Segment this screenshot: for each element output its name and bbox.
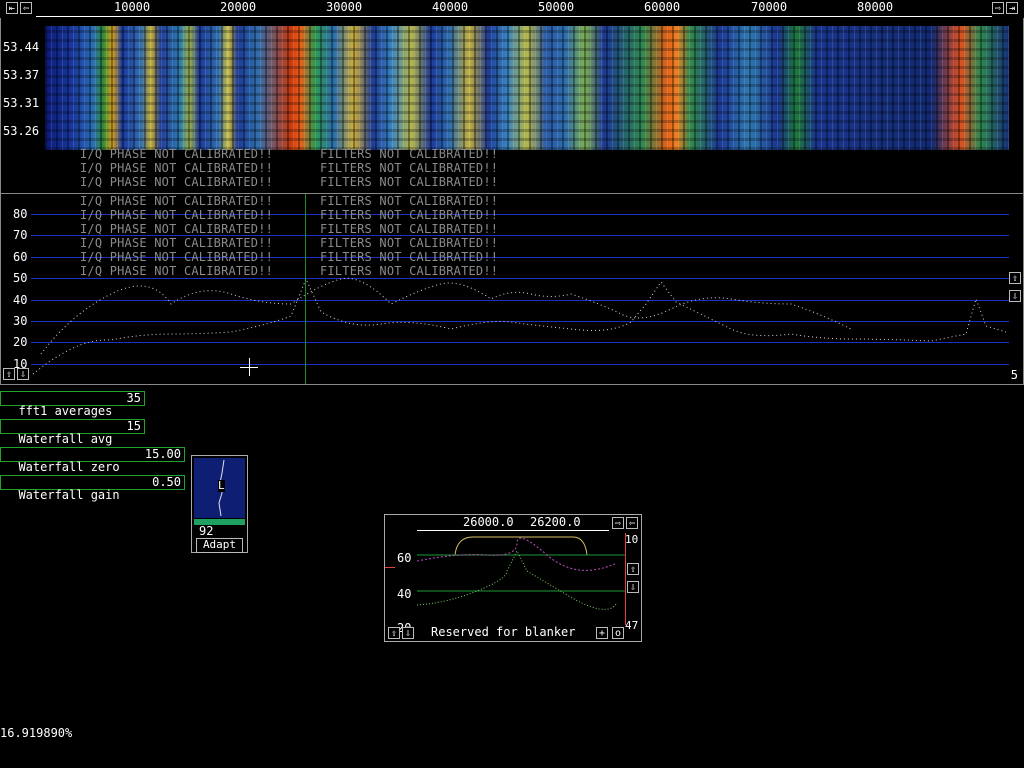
phase-warning-9: I/Q PHASE NOT CALIBRATED!!: [80, 264, 274, 278]
phase-warning-5: I/Q PHASE NOT CALIBRATED!!: [80, 208, 274, 222]
phase-warning-2: I/Q PHASE NOT CALIBRATED!!: [80, 161, 274, 175]
spectrum-y-80: 80: [13, 207, 28, 221]
offset-up-button[interactable]: ⇧: [3, 368, 15, 380]
waterfall-zero-value: 15.00: [144, 447, 181, 461]
spectrum-y-30: 30: [13, 314, 28, 328]
spectrum-y-40: 40: [13, 293, 28, 307]
spectrum-y-20: 20: [13, 335, 28, 349]
waterfall-gain-box[interactable]: Waterfall gain 0.50: [0, 475, 185, 502]
baseband-o-button[interactable]: o: [612, 627, 624, 639]
waterfall-noise-overlay: [45, 26, 1009, 150]
waterfall-gain-label: Waterfall gain: [18, 488, 120, 502]
waterfall-avg-value: 15: [126, 419, 141, 433]
scroll-left-button[interactable]: ⇦: [20, 2, 32, 14]
phase-warning-7: I/Q PHASE NOT CALIBRATED!!: [80, 236, 274, 250]
freq-label-10000: 10000: [114, 0, 151, 14]
freq-label-20000: 20000: [220, 0, 257, 14]
spectrum-y-60: 60: [13, 250, 28, 264]
freq-label-40000: 40000: [432, 0, 469, 14]
baseband-trace: [417, 536, 625, 610]
filters-warning-9: FILTERS NOT CALIBRATED!!: [320, 264, 499, 278]
blanker-status: Reserved for blanker: [431, 625, 576, 639]
waterfall-image: [45, 26, 1009, 150]
cpu-load-percent: 16.919890%: [0, 726, 73, 740]
scale-up-button[interactable]: ⇧: [1009, 272, 1021, 284]
baseband-freq-right: 26200.0: [530, 515, 581, 529]
filters-warning-7: FILTERS NOT CALIBRATED!!: [320, 236, 499, 250]
scale-down-button[interactable]: ⇩: [1009, 290, 1021, 302]
waterfall-time-1: 53.44: [3, 40, 40, 54]
filters-warning-8: FILTERS NOT CALIBRATED!!: [320, 250, 499, 264]
freq-label-70000: 70000: [751, 0, 788, 14]
waterfall-zero-box[interactable]: Waterfall zero 15.00: [0, 447, 185, 474]
baseband-y-60: 60: [397, 551, 412, 565]
freq-label-60000: 60000: [644, 0, 681, 14]
adapt-button[interactable]: Adapt: [196, 538, 243, 553]
baseband-down-button[interactable]: ⇩: [627, 581, 639, 593]
baseband-plus-button[interactable]: +: [596, 627, 608, 639]
phase-warning-4: I/Q PHASE NOT CALIBRATED!!: [80, 194, 274, 208]
offset-down-button[interactable]: ⇩: [17, 368, 29, 380]
spectrum-y-70: 70: [13, 228, 28, 242]
right-arrow-icon: ⇨: [994, 3, 1002, 14]
down-arrow-icon: ⇩: [19, 369, 27, 380]
filters-warning-2: FILTERS NOT CALIBRATED!!: [320, 161, 499, 175]
baseband-shift-left-button[interactable]: ⇦: [626, 517, 638, 529]
phase-warning-8: I/Q PHASE NOT CALIBRATED!!: [80, 250, 274, 264]
waterfall-avg-label: Waterfall avg: [18, 432, 113, 446]
agc-display: L: [194, 458, 245, 518]
scroll-right-small-button[interactable]: ⇥: [1006, 2, 1018, 14]
waterfall-time-2: 53.37: [3, 68, 40, 82]
baseband-left-marker: [385, 567, 395, 568]
waterfall-gain-value: 0.50: [152, 475, 181, 489]
up-arrow-icon: ⇧: [1011, 273, 1019, 284]
freq-label-80000: 80000: [857, 0, 894, 14]
baseband-y-40: 40: [397, 587, 412, 601]
spectrum-y-50: 50: [13, 271, 28, 285]
filters-warning-5: FILTERS NOT CALIBRATED!!: [320, 208, 499, 222]
freq-label-30000: 30000: [326, 0, 363, 14]
baseband-plot: [417, 533, 626, 625]
spectrum-corner-value: 5: [1010, 368, 1018, 382]
baseband-up-button[interactable]: ⇧: [627, 563, 639, 575]
crosshair-cursor-vertical: [249, 358, 250, 376]
scroll-left-small-button[interactable]: ⇤: [6, 2, 18, 14]
baseband-shift-right-button[interactable]: ⇨: [612, 517, 624, 529]
baseband-window[interactable]: 26000.0 26200.0 ⇨ ⇦ 60 40 20 10 ⇧ ⇩ 47 ⇧…: [384, 514, 642, 642]
fft1-averages-label: fft1 averages: [18, 404, 113, 418]
baseband-axis-line: [417, 530, 609, 531]
waterfall-time-4: 53.26: [3, 124, 40, 138]
left-arrow-icon: ⇦: [22, 3, 30, 14]
waterfall-zero-label: Waterfall zero: [18, 460, 120, 474]
baseband-right-top: 10: [625, 533, 639, 546]
filters-warning-3: FILTERS NOT CALIBRATED!!: [320, 175, 499, 189]
phase-warning-3: I/Q PHASE NOT CALIBRATED!!: [80, 175, 274, 189]
filters-warning-4: FILTERS NOT CALIBRATED!!: [320, 194, 499, 208]
axis-baseline: [36, 16, 992, 17]
filters-warning-6: FILTERS NOT CALIBRATED!!: [320, 222, 499, 236]
agc-value: 92: [199, 524, 214, 538]
phase-warning-6: I/Q PHASE NOT CALIBRATED!!: [80, 222, 274, 236]
frequency-axis: ⇦ ⇤ 10000 20000 30000 40000 50000 60000 …: [0, 0, 1024, 18]
fft1-averages-box[interactable]: fft1 averages 35: [0, 391, 145, 418]
baseband-freq-left: 26000.0: [463, 515, 514, 529]
baseband-bottom-up-button[interactable]: ⇧: [388, 627, 400, 639]
waterfall-time-3: 53.31: [3, 96, 40, 110]
scroll-right-button[interactable]: ⇨: [992, 2, 1004, 14]
up-arrow-icon: ⇧: [5, 369, 13, 380]
fft1-averages-value: 35: [126, 391, 141, 405]
baseband-right-bottom: 47: [625, 619, 639, 632]
agc-window[interactable]: L 92 Adapt: [191, 455, 248, 553]
waterfall-avg-box[interactable]: Waterfall avg 15: [0, 419, 145, 446]
freq-label-50000: 50000: [538, 0, 575, 14]
filters-warning-1: FILTERS NOT CALIBRATED!!: [320, 147, 499, 161]
down-arrow-icon: ⇩: [1011, 291, 1019, 302]
phase-warning-1: I/Q PHASE NOT CALIBRATED!!: [80, 147, 274, 161]
baseband-bottom-down-button[interactable]: ⇩: [402, 627, 414, 639]
agc-marker: L: [218, 479, 225, 492]
